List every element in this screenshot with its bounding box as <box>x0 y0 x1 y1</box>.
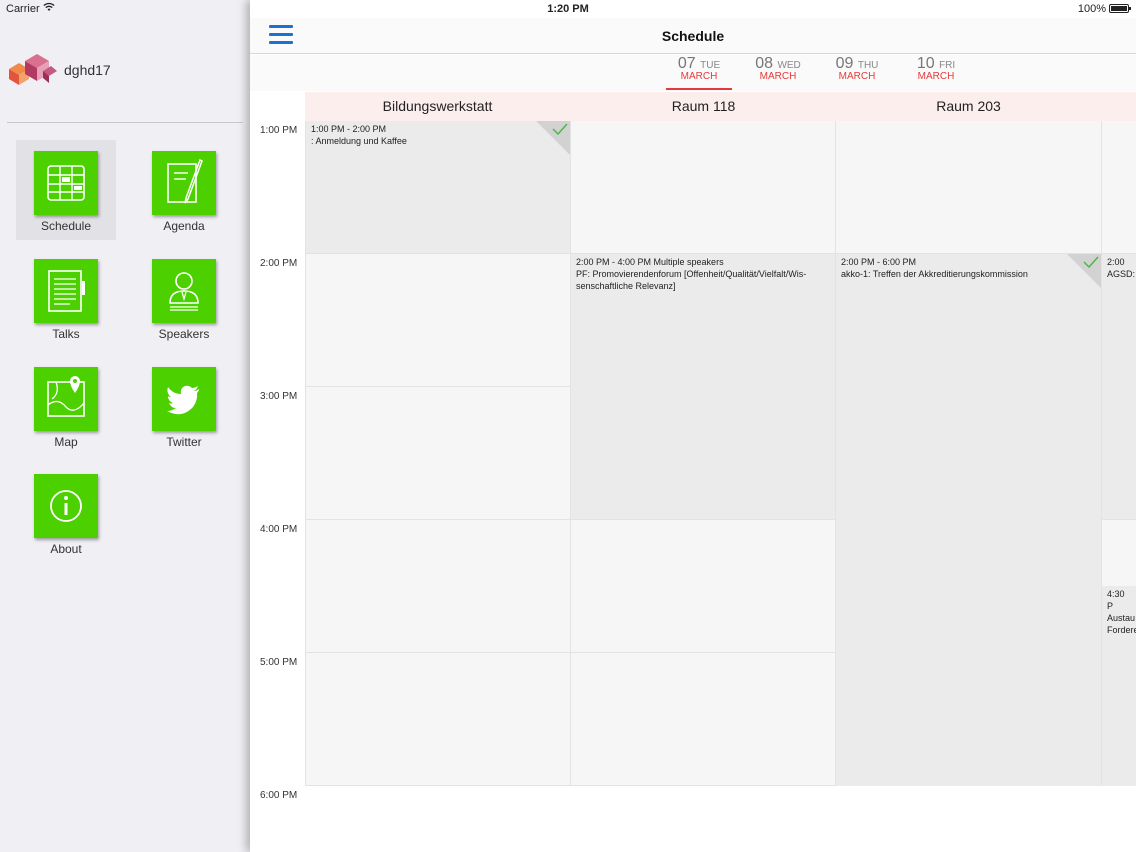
event-time: 1:00 PM - 2:00 PM <box>311 124 387 134</box>
menu-label: Talks <box>52 327 80 341</box>
day-number: 10 <box>916 55 935 72</box>
menu-item-speakers[interactable]: Speakers <box>134 248 234 348</box>
room-header: Bildungswerkstatt Raum 118 Raum 203 <box>305 92 1136 121</box>
event-card[interactable]: 2:00 PM - 6:00 PM akko-1: Treffen der Ak… <box>836 254 1101 786</box>
schedule-panel: Schedule 07 TUE MARCH 08 WED MARCH 09 TH… <box>250 0 1136 852</box>
event-time: 2:00 <box>1107 257 1125 267</box>
time-label: 4:00 PM <box>260 524 298 535</box>
time-label: 6:00 PM <box>260 790 298 801</box>
side-menu: dghd17 Schedule Agenda Talks Speakers Ma… <box>0 0 250 852</box>
menu-divider <box>7 122 243 123</box>
menu-label: Speakers <box>158 327 210 341</box>
event-time: 2:00 PM - 6:00 PM <box>841 257 917 267</box>
event-title: : Anmeldung und Kaffee <box>311 136 407 146</box>
event-card[interactable]: 1:00 PM - 2:00 PM : Anmeldung und Kaffee <box>306 121 570 253</box>
day-month: MARCH <box>838 71 876 82</box>
time-label: 5:00 PM <box>260 657 298 668</box>
time-label: 2:00 PM <box>260 258 298 269</box>
menu-item-about[interactable]: About <box>16 463 116 563</box>
day-tab-wed[interactable]: 08 WED MARCH <box>745 55 811 91</box>
twitter-icon <box>152 367 216 431</box>
day-number: 09 <box>835 55 854 72</box>
day-tab-fri[interactable]: 10 FRI MARCH <box>903 55 969 91</box>
event-title: Fordere <box>1107 625 1136 635</box>
battery-icon <box>1109 4 1131 13</box>
menu-item-schedule[interactable]: Schedule <box>16 140 116 240</box>
event-time: 4:30 P <box>1107 589 1125 611</box>
event-title: Austau <box>1107 613 1136 623</box>
day-month: MARCH <box>680 71 718 82</box>
menu-label: Twitter <box>166 435 202 449</box>
day-of-week: FRI <box>939 60 956 71</box>
speakers-icon <box>152 259 216 323</box>
clock: 1:20 PM <box>547 3 589 15</box>
battery-percent: 100% <box>1077 3 1106 15</box>
day-of-week: WED <box>777 60 801 71</box>
day-month: MARCH <box>917 71 955 82</box>
talks-icon <box>34 259 98 323</box>
day-of-week: TUE <box>700 60 721 71</box>
app-name: dghd17 <box>64 62 111 78</box>
status-bar: Carrier 1:20 PM 100% <box>0 0 1136 18</box>
menu-label: Map <box>54 435 78 449</box>
checkmark-icon <box>552 123 568 135</box>
menu-item-map[interactable]: Map <box>16 356 116 456</box>
event-title: PF: Promovierendenforum [Offenheit/Quali… <box>576 269 807 291</box>
menu-label: About <box>50 542 82 556</box>
event-title: akko-1: Treffen der Akkreditierungskommi… <box>841 269 1028 279</box>
menu-item-twitter[interactable]: Twitter <box>134 356 234 456</box>
room-bildungswerkstatt: Bildungswerkstatt <box>382 98 493 114</box>
menu-label: Agenda <box>163 219 205 233</box>
nav-bar: Schedule <box>250 18 1136 54</box>
time-label: 3:00 PM <box>260 391 298 402</box>
event-card[interactable]: 4:30 P Austau Fordere <box>1102 586 1136 786</box>
day-of-week: THU <box>857 60 879 71</box>
column-divider <box>570 121 571 786</box>
column-divider <box>1101 121 1102 786</box>
menu-label: Schedule <box>40 219 92 233</box>
page-title: Schedule <box>661 28 725 44</box>
day-selector: 07 TUE MARCH 08 WED MARCH 09 THU MARCH 1… <box>250 55 1136 91</box>
menu-item-talks[interactable]: Talks <box>16 248 116 348</box>
menu-item-agenda[interactable]: Agenda <box>134 140 234 240</box>
time-label: 1:00 PM <box>260 125 298 136</box>
event-card[interactable]: 2:00 PM - 4:00 PM Multiple speakers PF: … <box>571 254 835 519</box>
room-203: Raum 203 <box>936 98 1001 114</box>
active-day-indicator <box>666 88 732 90</box>
map-icon <box>34 367 98 431</box>
column-divider <box>835 121 836 786</box>
day-number: 08 <box>755 55 773 72</box>
room-118: Raum 118 <box>671 98 736 114</box>
checkmark-icon <box>1083 256 1099 268</box>
day-tab-tue[interactable]: 07 TUE MARCH <box>666 55 732 91</box>
event-time: 2:00 PM - 4:00 PM Multiple speakers <box>576 257 724 267</box>
schedule-grid: 1:00 PM - 2:00 PM : Anmeldung und Kaffee… <box>250 121 1136 852</box>
day-tab-thu[interactable]: 09 THU MARCH <box>824 55 890 91</box>
app-logo-icon <box>9 54 57 85</box>
day-number: 07 <box>677 55 696 72</box>
event-card[interactable]: 2:00 AGSD: <box>1102 254 1136 519</box>
event-title: AGSD: <box>1107 269 1136 279</box>
info-icon <box>34 474 98 538</box>
column-divider <box>305 121 306 786</box>
schedule-icon <box>34 151 98 215</box>
agenda-icon <box>152 151 216 215</box>
